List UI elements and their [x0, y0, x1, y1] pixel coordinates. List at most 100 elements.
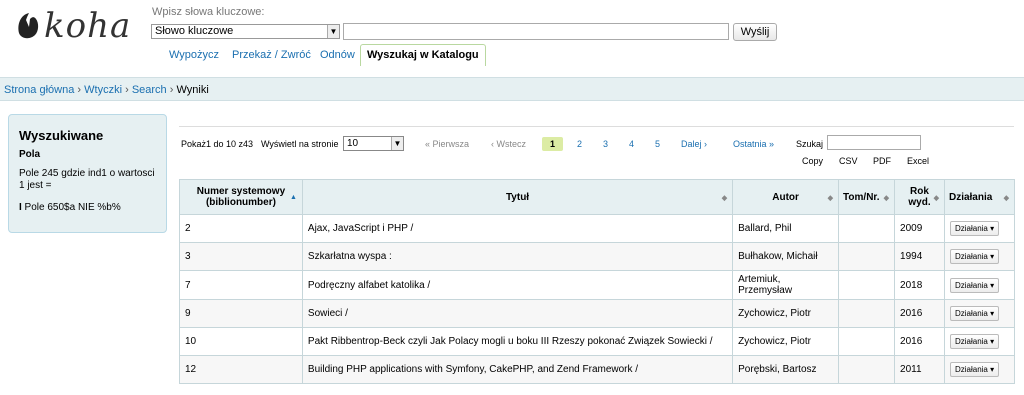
divider: [179, 126, 1014, 127]
cell-volume: [838, 299, 896, 328]
cell-year: 1994: [894, 242, 945, 271]
export-excel-button[interactable]: Excel: [907, 156, 929, 166]
results-info: Pokaż1 do 10 z43: [181, 139, 254, 149]
actions-dropdown-button[interactable]: Działania ▾: [949, 362, 1000, 377]
breadcrumb-current: Wyniki: [176, 84, 209, 96]
table-row: 12 Building PHP applications with Symfon…: [179, 355, 1016, 384]
cell-biblionumber: 3: [179, 242, 303, 271]
page-next[interactable]: Dalej ›: [681, 139, 707, 149]
koha-leaf-icon: [18, 13, 39, 39]
breadcrumb-separator: ›: [125, 84, 129, 96]
breadcrumb-plugins[interactable]: Wtyczki: [84, 84, 122, 96]
cell-title[interactable]: Sowieci /: [301, 299, 734, 328]
search-criteria-panel: Wyszukiwane Pola Pole 245 gdzie ind1 o w…: [8, 114, 167, 233]
panel-title: Wyszukiwane: [19, 128, 104, 143]
logo-text: koha: [44, 6, 132, 46]
cell-biblionumber: 2: [179, 214, 303, 243]
page-5[interactable]: 5: [655, 139, 660, 149]
export-csv-button[interactable]: CSV: [839, 156, 858, 166]
search-input[interactable]: [343, 23, 729, 40]
page-4[interactable]: 4: [629, 139, 634, 149]
cell-title[interactable]: Pakt Ribbentrop-Beck czyli Jak Polacy mo…: [301, 327, 734, 356]
export-pdf-button[interactable]: PDF: [873, 156, 891, 166]
tab-checkout[interactable]: Wypożycz: [169, 49, 219, 61]
cell-actions: Działania ▾: [943, 299, 1016, 328]
breadcrumb-separator: ›: [77, 84, 82, 96]
table-row: 10 Pakt Ribbentrop-Beck czyli Jak Polacy…: [179, 327, 1016, 356]
search-label: Wpisz słowa kluczowe:: [152, 6, 265, 18]
page-prev[interactable]: ‹ Wstecz: [491, 139, 526, 149]
actions-dropdown-button[interactable]: Działania ▾: [949, 306, 1000, 321]
tab-catalog-search[interactable]: Wyszukaj w Katalogu: [360, 44, 486, 66]
tab-checkin[interactable]: Przekaż / Zwróć: [232, 49, 311, 61]
cell-volume: [838, 214, 896, 243]
sort-asc-icon: ▲: [289, 194, 297, 201]
cell-title[interactable]: Building PHP applications with Symfony, …: [301, 355, 734, 384]
actions-dropdown-button[interactable]: Działania ▾: [949, 277, 1000, 293]
per-page-label: Wyświetl na stronie: [261, 139, 339, 149]
col-header-author[interactable]: Autor ◆: [732, 179, 840, 215]
sort-icon: ◆: [827, 195, 834, 202]
cell-actions: Działania ▾: [943, 355, 1016, 384]
koha-logo[interactable]: koha: [16, 4, 136, 48]
export-copy-button[interactable]: Copy: [802, 156, 823, 166]
cell-biblionumber: 10: [179, 327, 303, 356]
page-1[interactable]: 1: [542, 137, 564, 151]
per-page-select[interactable]: 10 ▼: [343, 136, 404, 151]
dropdown-arrow-icon: ▼: [327, 25, 339, 38]
table-row: 7 Podręczny alfabet katolika / Artemiuk,…: [179, 270, 1016, 300]
cell-author: Bułhakow, Michaił: [732, 242, 840, 271]
criteria-item: Pole 245 gdzie ind1 o wartosci 1 jest =: [19, 168, 155, 191]
criteria-text: Pole 650$a NIE %b%: [21, 202, 121, 213]
cell-year: 2009: [894, 214, 945, 243]
search-type-select[interactable]: Słowo kluczowe ▼: [151, 24, 340, 39]
col-header-biblionumber[interactable]: Numer systemowy (biblionumber) ▲: [179, 179, 303, 215]
cell-actions: Działania ▾: [943, 327, 1016, 356]
breadcrumb-separator: ›: [169, 84, 174, 96]
table-header-row: Numer systemowy (biblionumber) ▲ Tytuł ◆ A…: [179, 179, 1016, 215]
table-row: 3 Szkarłatna wyspa : Bułhakow, Michaił 1…: [179, 242, 1016, 271]
sort-icon: ◆: [883, 195, 890, 202]
breadcrumb-home[interactable]: Strona główna: [4, 84, 74, 96]
per-page-value: 10: [347, 138, 359, 149]
cell-volume: [838, 270, 896, 300]
page-last[interactable]: Ostatnia »: [733, 139, 774, 149]
cell-author: Ballard, Phil: [732, 214, 840, 243]
col-header-year[interactable]: Rok wyd. ◆: [894, 179, 945, 215]
cell-title[interactable]: Ajax, JavaScript i PHP /: [301, 214, 734, 243]
col-header-title[interactable]: Tytuł ◆: [301, 179, 734, 215]
cell-title[interactable]: Podręczny alfabet katolika /: [301, 270, 734, 300]
cell-author: Porębski, Bartosz: [732, 355, 840, 384]
cell-actions: Działania ▾: [943, 270, 1016, 300]
breadcrumb: Strona główna › Wtyczki › Search › Wynik…: [0, 77, 1024, 101]
cell-volume: [838, 355, 896, 384]
cell-title[interactable]: Szkarłatna wyspa :: [301, 242, 734, 271]
cell-actions: Działania ▾: [943, 214, 1016, 243]
cell-volume: [838, 242, 896, 271]
search-submit-button[interactable]: Wyślij: [733, 23, 777, 41]
cell-biblionumber: 9: [179, 299, 303, 328]
actions-dropdown-button[interactable]: Działania ▾: [949, 221, 1000, 236]
table-row: 2 Ajax, JavaScript i PHP / Ballard, Phil…: [179, 214, 1016, 243]
actions-dropdown-button[interactable]: Działania ▾: [949, 249, 1000, 264]
col-header-volume[interactable]: Tom/Nr. ◆: [838, 179, 896, 215]
page-3[interactable]: 3: [603, 139, 608, 149]
filter-label: Szukaj: [796, 139, 824, 149]
sort-icon: ◆: [721, 195, 728, 202]
cell-year: 2016: [894, 299, 945, 328]
cell-biblionumber: 12: [179, 355, 303, 384]
col-header-actions[interactable]: Działania ◆: [943, 179, 1016, 215]
sort-icon: ◆: [1003, 195, 1009, 202]
page-2[interactable]: 2: [577, 139, 582, 149]
page-first[interactable]: « Pierwsza: [425, 139, 469, 149]
cell-volume: [838, 327, 896, 356]
tab-renew[interactable]: Odnów: [320, 49, 355, 61]
criteria-item: I Pole 650$a NIE %b%: [19, 202, 156, 214]
panel-subtitle: Pola: [19, 149, 41, 160]
cell-author: Artemiuk, Przemysław: [732, 270, 840, 300]
filter-input[interactable]: [827, 135, 921, 150]
breadcrumb-search[interactable]: Search: [132, 84, 167, 96]
results-table: Numer systemowy (biblionumber) ▲ Tytuł ◆ A…: [179, 179, 1016, 384]
cell-year: 2011: [894, 355, 945, 384]
actions-dropdown-button[interactable]: Działania ▾: [949, 334, 1000, 349]
